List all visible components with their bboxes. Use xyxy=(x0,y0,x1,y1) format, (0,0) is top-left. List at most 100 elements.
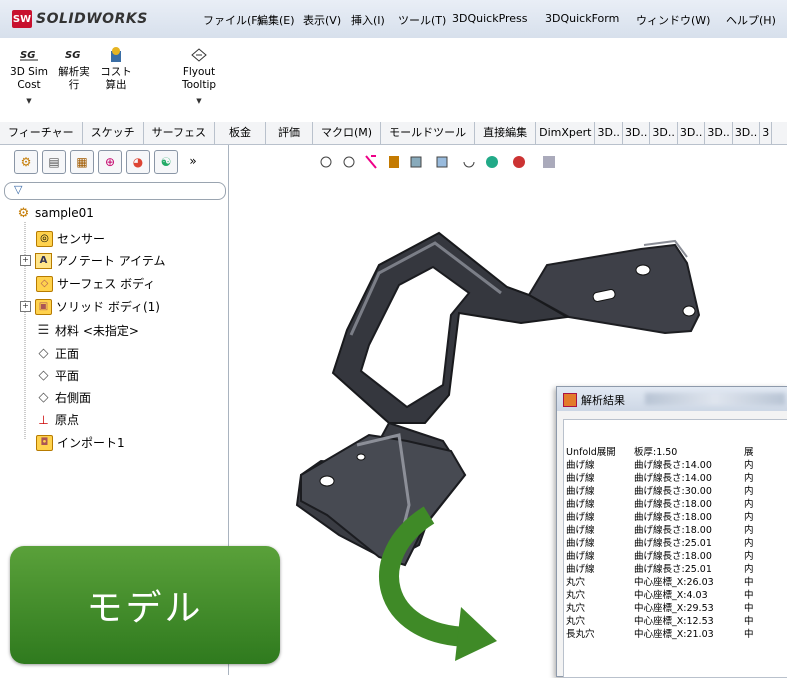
zoom-area-icon[interactable] xyxy=(343,156,355,168)
results-titlebar[interactable]: 解析結果 xyxy=(557,387,787,411)
tab-3d-4[interactable]: 3D.. xyxy=(678,122,706,144)
table-row[interactable]: 曲げ線 曲げ線長さ:25.01 内 xyxy=(564,537,787,550)
tree-item-annotations[interactable]: + A アノテート アイテム xyxy=(20,252,166,269)
expand-icon[interactable]: + xyxy=(20,301,31,312)
view-orientation-icon[interactable] xyxy=(410,156,422,168)
tree-item-surface-bodies[interactable]: ◇ サーフェス ボディ xyxy=(36,275,155,292)
menu-3dquickpress[interactable]: 3DQuickPress xyxy=(452,12,528,25)
table-row[interactable]: Unfold展開 板厚:1.50 展 xyxy=(564,446,787,459)
sim-cost-button[interactable]: SG 3D Sim Cost ▼ xyxy=(8,46,50,108)
tree-item-front-plane[interactable]: ◇ 正面 xyxy=(36,345,80,362)
tab-3d-6[interactable]: 3D.. xyxy=(733,122,761,144)
table-row[interactable]: 曲げ線 曲げ線長さ:14.00 内 xyxy=(564,472,787,485)
table-cell: 曲げ線 xyxy=(566,512,595,523)
more-tabs-icon[interactable]: » xyxy=(182,150,204,172)
tab-sketch[interactable]: スケッチ xyxy=(83,122,144,144)
cost-calc-button[interactable]: コスト算出 xyxy=(98,46,134,92)
feature-tree-icon[interactable]: ⚙ xyxy=(14,150,38,174)
menu-edit[interactable]: 編集(E) xyxy=(257,12,295,28)
tree-item-right-plane[interactable]: ◇ 右側面 xyxy=(36,389,92,406)
property-manager-icon[interactable]: ▤ xyxy=(42,150,66,174)
tree-item-sensors[interactable]: ◎ センサー xyxy=(36,230,105,247)
tab-3d-7[interactable]: 3 xyxy=(760,122,773,144)
tree-root[interactable]: ⚙ sample01 xyxy=(16,206,94,221)
table-row[interactable]: 丸穴 中心座標_X:12.53 中 xyxy=(564,615,787,628)
table-row[interactable]: 丸穴 中心座標_X:4.03 中 xyxy=(564,589,787,602)
tree-item-import[interactable]: ◘ インポート1 xyxy=(36,434,125,451)
tree-filter-input[interactable]: ▽ xyxy=(4,182,226,200)
flyout-icon xyxy=(191,48,207,62)
results-table[interactable]: Unfold展開 板厚:1.50 展曲げ線 曲げ線長さ:14.00 内曲げ線 曲げ線長さ:… xyxy=(563,419,787,678)
display-style-icon[interactable] xyxy=(436,156,448,168)
menu-view[interactable]: 表示(V) xyxy=(303,12,341,28)
tab-3d-2[interactable]: 3D.. xyxy=(623,122,651,144)
table-cell: 展 xyxy=(744,447,754,458)
menu-insert[interactable]: 挿入(I) xyxy=(351,12,385,28)
plane-icon: ◇ xyxy=(38,346,49,361)
table-cell: 曲げ線長さ:18.00 xyxy=(634,512,712,523)
display-manager-icon[interactable]: ◕ xyxy=(126,150,150,174)
tab-surfaces[interactable]: サーフェス xyxy=(144,122,216,144)
solidworks-logo-text: SOLIDWORKS xyxy=(36,11,148,27)
view-settings-icon[interactable] xyxy=(543,156,555,168)
analysis-run-button[interactable]: SG 解析実行 xyxy=(56,46,92,92)
tree-item-solid-bodies[interactable]: + ▣ ソリッド ボディ(1) xyxy=(20,298,160,315)
solid-body-icon: ▣ xyxy=(35,298,52,315)
table-row[interactable]: 曲げ線 曲げ線長さ:18.00 内 xyxy=(564,511,787,524)
solidworks-logo[interactable]: SW SOLIDWORKS xyxy=(12,9,162,29)
tree-item-label: ソリッド ボディ(1) xyxy=(56,300,160,314)
table-row[interactable]: 曲げ線 曲げ線長さ:18.00 内 xyxy=(564,498,787,511)
tab-3d-1[interactable]: 3D.. xyxy=(595,122,623,144)
table-row[interactable]: 長丸穴 中心座標_X:21.03 中 xyxy=(564,628,787,641)
analysis-results-window[interactable]: 解析結果 Unfold展開 板厚:1.50 展曲げ線 曲げ線長さ:14.00 内曲げ線曲… xyxy=(556,386,787,678)
tab-macro[interactable]: マクロ(M) xyxy=(313,122,382,144)
table-cell: 内 xyxy=(744,512,754,523)
sim-cost-icon: SG xyxy=(20,50,38,61)
table-row[interactable]: 曲げ線 曲げ線長さ:30.00 内 xyxy=(564,485,787,498)
menu-3dquickform[interactable]: 3DQuickForm xyxy=(545,12,619,25)
tab-3d-5[interactable]: 3D.. xyxy=(705,122,733,144)
tree-item-origin[interactable]: ⊥ 原点 xyxy=(36,411,79,428)
apply-scene-icon[interactable] xyxy=(513,156,525,168)
zoom-to-fit-icon[interactable] xyxy=(320,156,332,168)
results-title: 解析結果 xyxy=(581,394,625,407)
table-cell: 中 xyxy=(744,603,754,614)
table-cell: 曲げ線 xyxy=(566,538,595,549)
tab-evaluate[interactable]: 評価 xyxy=(266,122,314,144)
tree-item-material[interactable]: ☰ 材料 <未指定> xyxy=(36,322,139,339)
menu-file[interactable]: ファイル(F) xyxy=(203,12,262,28)
tab-dimxpert[interactable]: DimXpert xyxy=(536,122,596,144)
table-row[interactable]: 曲げ線 曲げ線長さ:14.00 内 xyxy=(564,459,787,472)
menu-window[interactable]: ウィンドウ(W) xyxy=(636,12,710,28)
flyout-tooltip-button[interactable]: Flyout Tooltip ▼ xyxy=(176,46,222,108)
table-row[interactable]: 曲げ線 曲げ線長さ:25.01 内 xyxy=(564,563,787,576)
tab-3d-3[interactable]: 3D.. xyxy=(650,122,678,144)
table-cell: 内 xyxy=(744,460,754,471)
table-cell: 曲げ線長さ:25.01 xyxy=(634,538,712,549)
table-row[interactable]: 丸穴 中心座標_X:26.03 中 xyxy=(564,576,787,589)
configuration-manager-icon[interactable]: ▦ xyxy=(70,150,94,174)
table-row[interactable]: 曲げ線 曲げ線長さ:18.00 内 xyxy=(564,550,787,563)
plane-icon: ◇ xyxy=(38,368,49,383)
menu-tools[interactable]: ツール(T) xyxy=(398,12,446,28)
table-cell: 内 xyxy=(744,499,754,510)
model-button[interactable]: モデル xyxy=(10,546,280,664)
table-row[interactable]: 丸穴 中心座標_X:29.53 中 xyxy=(564,602,787,615)
3dqf-manager-icon[interactable]: ☯ xyxy=(154,150,178,174)
tab-mold-tools[interactable]: モールドツール xyxy=(381,122,476,144)
tab-direct-edit[interactable]: 直接編集 xyxy=(475,122,537,144)
edit-appearance-icon[interactable] xyxy=(486,156,498,168)
section-view-icon[interactable] xyxy=(389,156,399,168)
previous-view-icon[interactable] xyxy=(365,155,377,169)
table-row[interactable]: 曲げ線 曲げ線長さ:18.00 内 xyxy=(564,524,787,537)
results-rows: Unfold展開 板厚:1.50 展曲げ線 曲げ線長さ:14.00 内曲げ線 曲げ線長さ:… xyxy=(564,446,787,641)
table-cell: 中心座標_X:21.03 xyxy=(634,629,714,640)
tab-features[interactable]: フィーチャー xyxy=(0,122,83,144)
hide-show-icon[interactable] xyxy=(463,161,475,168)
dimxpert-manager-icon[interactable]: ⊕ xyxy=(98,150,122,174)
tab-sheet-metal[interactable]: 板金 xyxy=(215,122,267,144)
menu-help[interactable]: ヘルプ(H) xyxy=(726,12,776,28)
table-cell: 中 xyxy=(744,616,754,627)
expand-icon[interactable]: + xyxy=(20,255,31,266)
tree-item-top-plane[interactable]: ◇ 平面 xyxy=(36,367,80,384)
